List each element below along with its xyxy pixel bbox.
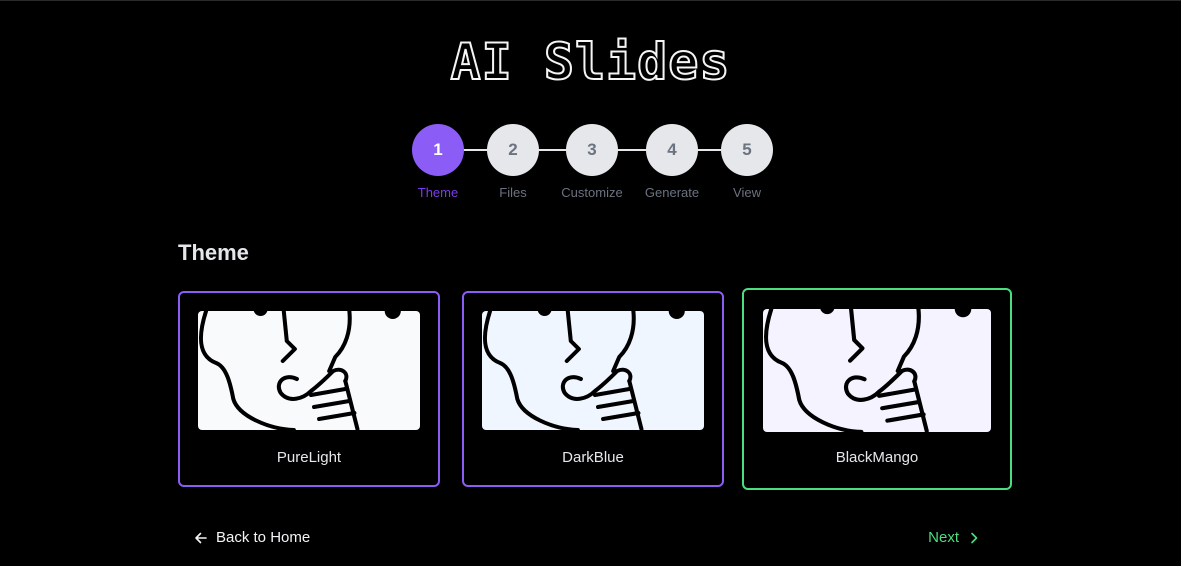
step-number[interactable]: 4: [646, 124, 698, 176]
preview-background: [482, 311, 704, 430]
theme-card-darkblue[interactable]: DarkBlue: [462, 291, 724, 487]
theme-name: BlackMango: [835, 449, 919, 466]
thinking-person-illustration: [198, 311, 420, 430]
step-view[interactable]: 5 View: [702, 124, 792, 200]
app-title: AI Slides: [450, 32, 731, 92]
theme-preview: [198, 311, 420, 430]
theme-preview: [763, 309, 991, 432]
chevron-right-icon: [967, 531, 981, 545]
back-label: Back to Home: [216, 529, 311, 546]
thinking-person-illustration: [482, 311, 704, 430]
theme-card-purelight[interactable]: PureLight: [178, 291, 440, 487]
step-number[interactable]: 1: [412, 124, 464, 176]
step-label: Customize: [561, 185, 623, 200]
step-label: View: [733, 185, 761, 200]
arrow-left-icon: [194, 531, 208, 545]
theme-preview: [482, 311, 704, 430]
next-button[interactable]: Next: [928, 529, 981, 546]
step-number[interactable]: 2: [487, 124, 539, 176]
step-label: Files: [499, 185, 527, 200]
theme-name: DarkBlue: [562, 449, 624, 466]
step-number[interactable]: 3: [566, 124, 618, 176]
section-title: Theme: [178, 240, 249, 265]
preview-background: [763, 309, 991, 432]
step-number[interactable]: 5: [721, 124, 773, 176]
theme-card-blackmango[interactable]: BlackMango: [742, 288, 1012, 490]
thinking-person-illustration: [763, 309, 991, 432]
preview-background: [198, 311, 420, 430]
step-files[interactable]: 2 Files: [468, 124, 558, 200]
theme-name: PureLight: [276, 449, 342, 466]
next-label: Next: [928, 529, 959, 546]
step-customize[interactable]: 3 Customize: [547, 124, 637, 200]
back-to-home-button[interactable]: Back to Home: [194, 529, 310, 546]
